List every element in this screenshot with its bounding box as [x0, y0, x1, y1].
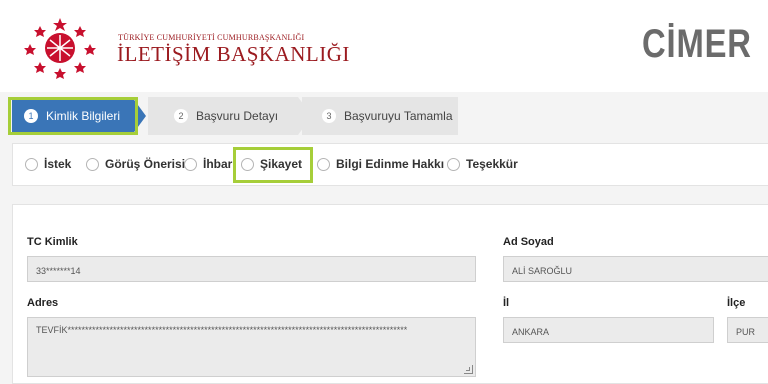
org-title: İLETİŞİM BAŞKANLIĞI — [117, 42, 350, 66]
radio-gorus-onerisi[interactable]: Görüş Önerisi — [86, 157, 185, 171]
radio-bilgi-edinme-hakki[interactable]: Bilgi Edinme Hakkı — [317, 157, 444, 171]
step-number: 3 — [322, 109, 336, 123]
adres-value: TEVFİK**********************************… — [36, 325, 408, 335]
radio-label: Bilgi Edinme Hakkı — [336, 157, 445, 171]
ilce-label: İlçe — [727, 297, 746, 309]
application-type-radio-group: İstek Görüş Önerisi İhbar Şikayet Bilgi … — [12, 143, 768, 186]
brand-logo-text: CİMER — [642, 22, 752, 66]
highlight-box-sikayet — [233, 147, 313, 183]
step-basvuruyu-tamamla[interactable]: 3 Başvuruyu Tamamla — [302, 97, 458, 135]
radio-label: İstek — [44, 157, 72, 171]
identity-form: TC Kimlik 33*******14 Ad Soyad ALİ SAROĞ… — [12, 204, 768, 384]
step-label: Başvuru Detayı — [196, 109, 279, 123]
radio-label: İhbar — [203, 157, 233, 171]
adres-label: Adres — [27, 297, 59, 309]
radio-circle[interactable] — [86, 157, 99, 171]
step-label: Başvuruyu Tamamla — [344, 109, 453, 123]
radio-ihbar[interactable]: İhbar — [184, 157, 232, 171]
highlight-box-step — [8, 97, 138, 135]
radio-circle[interactable] — [184, 157, 197, 171]
step-number: 2 — [174, 109, 188, 123]
il-label: İl — [503, 297, 510, 309]
star-emblem-icon — [24, 18, 96, 79]
radio-label: Görüş Önerisi — [105, 157, 186, 171]
radio-label: Teşekkür — [466, 157, 518, 171]
radio-istek[interactable]: İstek — [25, 157, 71, 171]
tc-kimlik-label: TC Kimlik — [27, 236, 78, 248]
header: TÜRKİYE CUMHURİYETİ CUMHURBAŞKANLIĞI İLE… — [0, 0, 768, 92]
step-basvuru-detayi[interactable]: 2 Başvuru Detayı — [148, 97, 298, 135]
org-subtitle: TÜRKİYE CUMHURİYETİ CUMHURBAŞKANLIĞI — [118, 33, 305, 42]
ad-soyad-field[interactable]: ALİ SAROĞLU — [503, 256, 768, 282]
adres-textarea[interactable]: TEVFİK**********************************… — [27, 317, 476, 377]
radio-circle[interactable] — [317, 157, 330, 171]
tc-kimlik-field[interactable]: 33*******14 — [27, 256, 476, 282]
resize-handle-icon[interactable] — [464, 365, 473, 374]
radio-circle[interactable] — [25, 157, 38, 171]
il-field[interactable]: ANKARA — [503, 317, 714, 343]
ad-soyad-label: Ad Soyad — [503, 236, 554, 248]
radio-circle[interactable] — [447, 157, 460, 171]
radio-tesekkur[interactable]: Teşekkür — [447, 157, 518, 171]
ilce-field[interactable]: PUR — [727, 317, 768, 343]
